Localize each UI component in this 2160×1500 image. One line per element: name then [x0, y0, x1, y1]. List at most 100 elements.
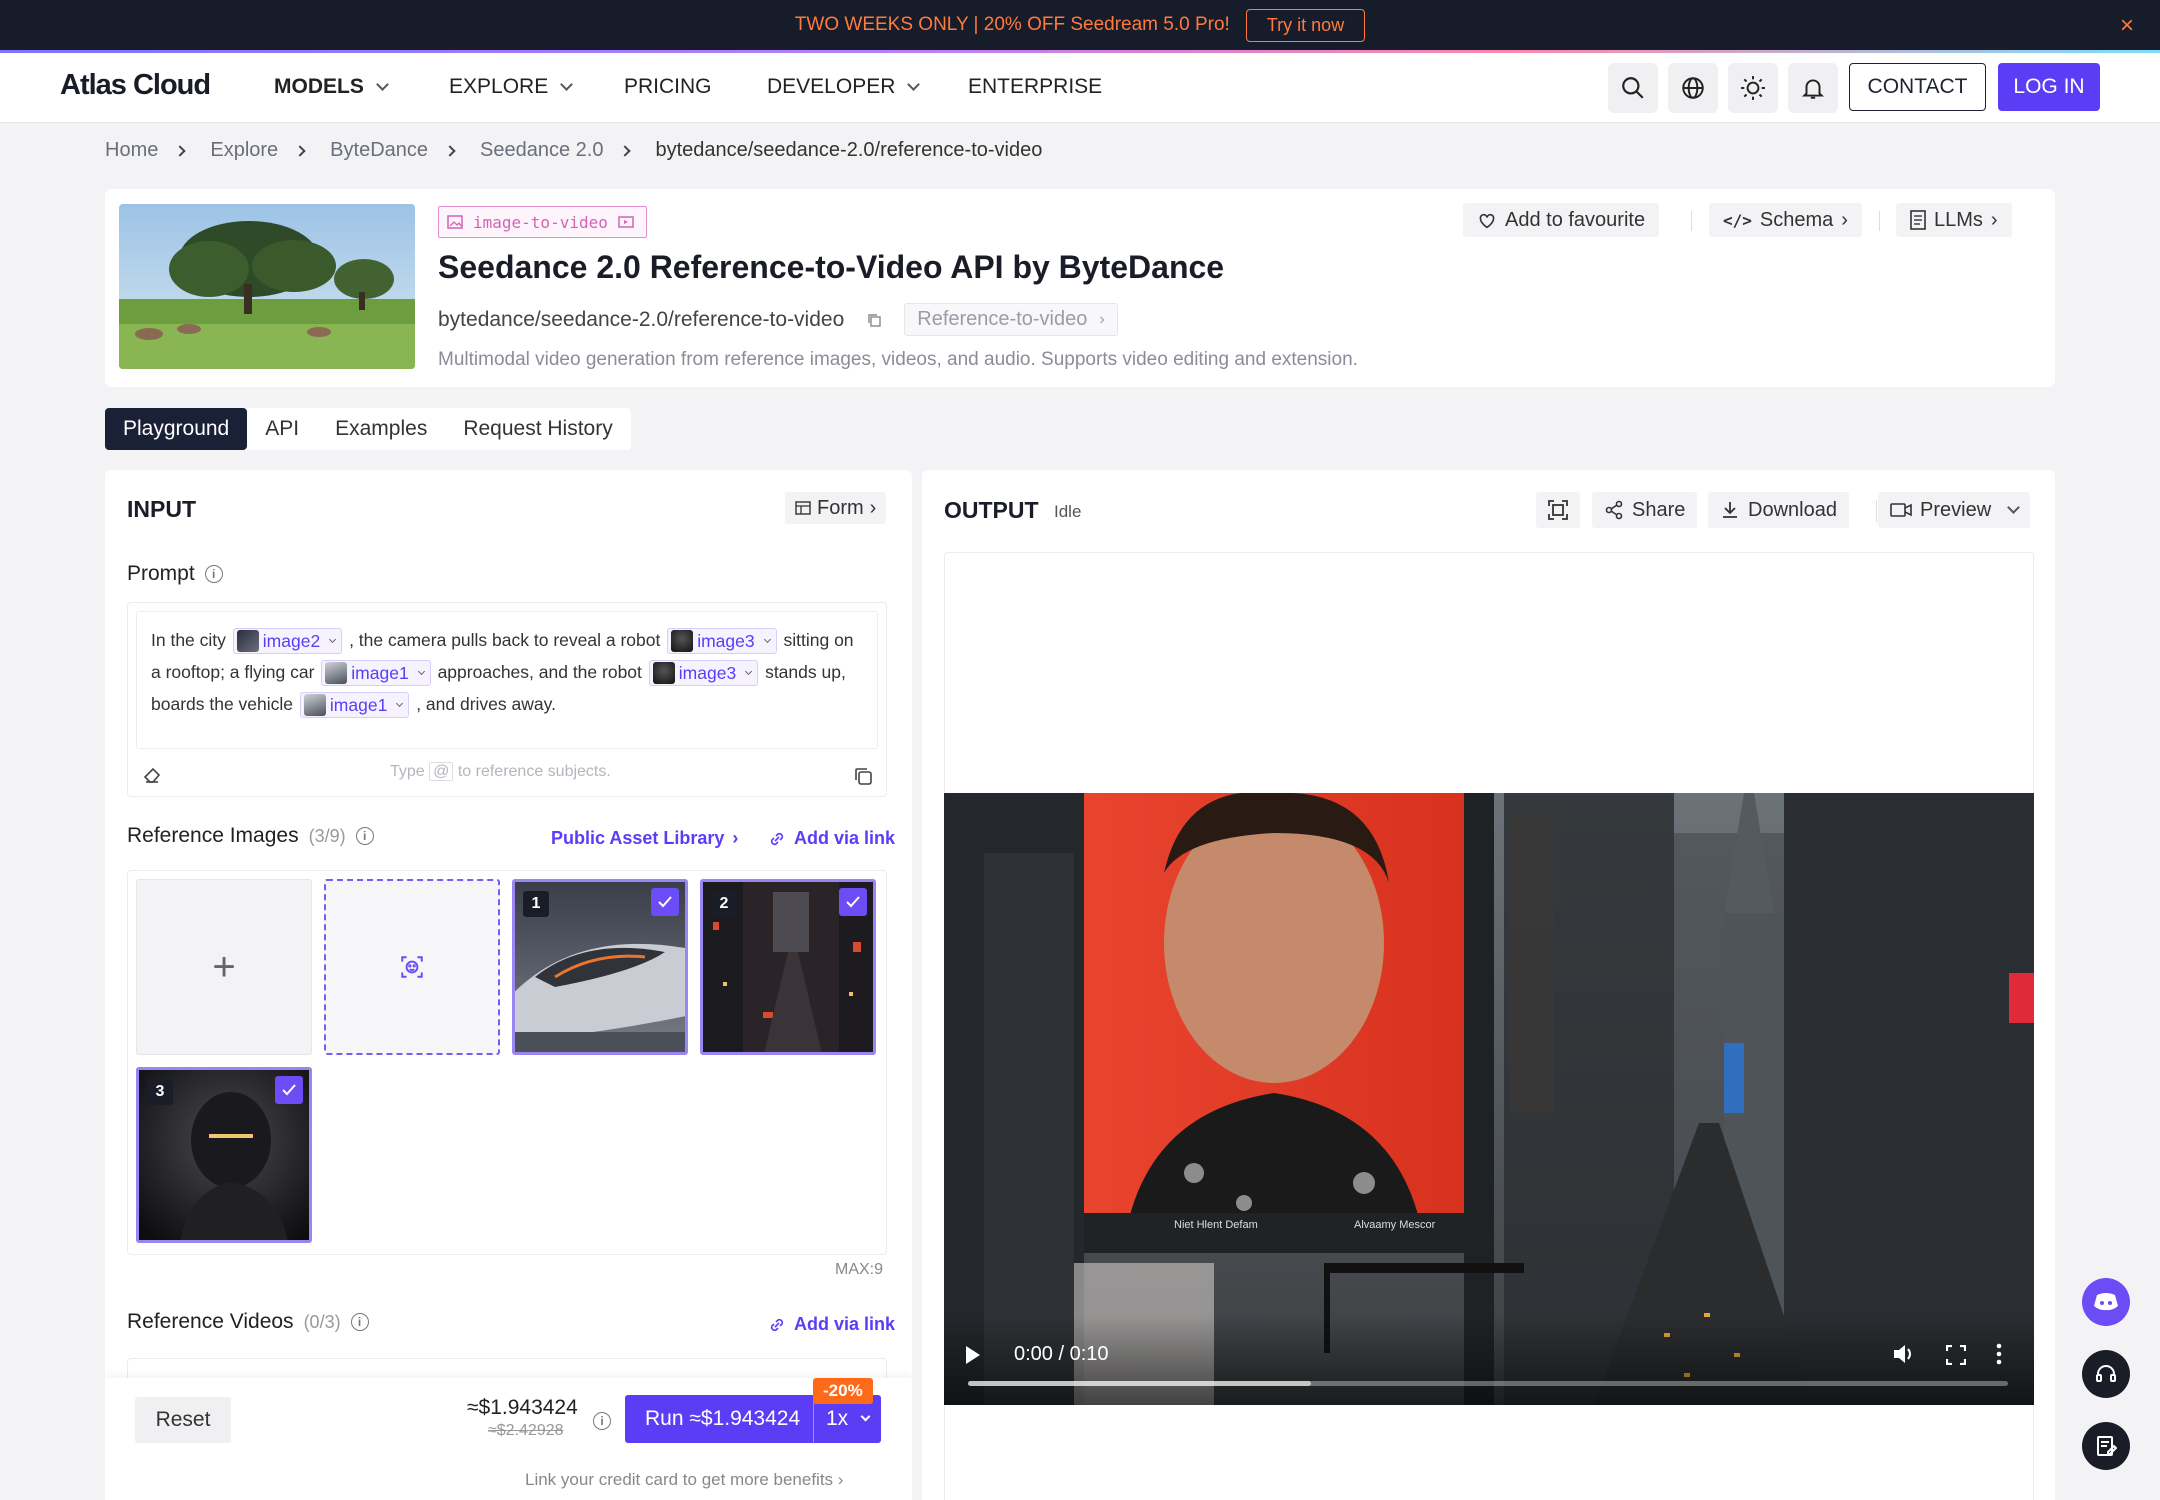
video-controls: 0:00 / 0:10 — [944, 1315, 2034, 1405]
headset-icon — [2096, 1365, 2116, 1382]
promo-banner: TWO WEEKS ONLY | 20% OFF Seedream 5.0 Pr… — [0, 0, 2160, 50]
fullscreen-icon[interactable] — [1946, 1345, 1966, 1365]
contact-button[interactable]: CONTACT — [1849, 63, 1986, 111]
top-nav: Atlas Cloud MODELS EXPLORE PRICING DEVEL… — [0, 53, 2160, 123]
fullscreen-button[interactable] — [1536, 492, 1580, 528]
nav-enterprise[interactable]: ENTERPRISE — [968, 75, 1102, 99]
tab-playground[interactable]: Playground — [105, 408, 248, 450]
share-button[interactable]: Share — [1592, 492, 1698, 528]
link-credit-card[interactable]: Link your credit card to get more benefi… — [525, 1470, 843, 1490]
input-panel: INPUT Form › Prompt i In the city image2 ,… — [105, 470, 912, 1500]
breadcrumb-seedance[interactable]: Seedance 2.0 — [480, 139, 603, 162]
theme-toggle[interactable] — [1728, 63, 1778, 113]
model-tag-label: image-to-video — [473, 212, 608, 232]
breadcrumb-explore[interactable]: Explore — [210, 139, 278, 162]
checkbox-icon[interactable] — [275, 1076, 303, 1104]
image-mention-chip[interactable]: image3 — [667, 628, 777, 655]
prompt-text[interactable]: In the city image2 , the camera pulls ba… — [136, 611, 878, 749]
info-icon[interactable]: i — [350, 1313, 369, 1331]
code-icon: </> — [1723, 210, 1752, 230]
video-icon — [618, 216, 634, 228]
breadcrumb-home[interactable]: Home — [105, 139, 158, 162]
schema-button[interactable]: </> Schema › — [1709, 203, 1862, 237]
breadcrumb-current: bytedance/seedance-2.0/reference-to-vide… — [655, 139, 1043, 161]
nav-explore[interactable]: EXPLORE — [449, 75, 574, 99]
promo-text: TWO WEEKS ONLY | 20% OFF Seedream 5.0 Pr… — [794, 14, 1230, 35]
sun-icon — [1741, 76, 1765, 100]
image-mention-chip[interactable]: image1 — [321, 660, 431, 687]
form-toggle-button[interactable]: Form › — [785, 492, 887, 524]
info-icon[interactable]: i — [204, 565, 223, 583]
reference-image-3[interactable]: 3 — [136, 1067, 312, 1243]
discord-button[interactable] — [2082, 1278, 2130, 1326]
globe-icon — [1682, 77, 1704, 99]
eraser-icon[interactable] — [142, 765, 162, 785]
logo[interactable]: Atlas Cloud — [60, 69, 211, 102]
image-mention-chip[interactable]: image2 — [232, 628, 343, 655]
public-asset-library-link[interactable]: Public Asset Library › — [551, 828, 738, 849]
reference-images-grid: + 1 2 3 — [127, 870, 887, 1255]
share-icon — [1605, 500, 1623, 520]
video-progress-bar[interactable] — [968, 1381, 2008, 1386]
add-via-link-images[interactable]: Add via link — [768, 828, 895, 849]
info-icon[interactable]: i — [593, 1412, 611, 1430]
reset-button[interactable]: Reset — [135, 1397, 231, 1443]
page-title: Seedance 2.0 Reference-to-Video API by B… — [438, 249, 1225, 285]
checkbox-icon[interactable] — [839, 888, 867, 916]
prompt-label: Prompt i — [127, 562, 223, 586]
close-icon[interactable]: × — [2120, 12, 2134, 40]
face-detect-slot[interactable] — [324, 879, 500, 1055]
notifications-button[interactable] — [1788, 63, 1838, 113]
price: ≈$1.943424 — [467, 1396, 578, 1419]
add-favourite-button[interactable]: Add to favourite — [1463, 203, 1660, 237]
preview-dropdown[interactable]: Preview — [1878, 492, 2031, 528]
discount-badge: -20% — [813, 1378, 873, 1404]
nav-pricing[interactable]: PRICING — [624, 75, 712, 99]
volume-icon[interactable] — [1892, 1343, 1916, 1365]
tab-examples[interactable]: Examples — [317, 408, 445, 450]
language-button[interactable] — [1668, 63, 1718, 113]
checkbox-icon[interactable] — [651, 888, 679, 916]
support-button[interactable] — [2082, 1350, 2130, 1398]
link-icon — [770, 832, 784, 845]
promo-try-button[interactable]: Try it now — [1245, 8, 1366, 42]
add-image-slot[interactable]: + — [136, 879, 312, 1055]
image-mention-chip[interactable]: image1 — [299, 692, 410, 719]
search-button[interactable] — [1608, 63, 1658, 113]
discord-icon — [2094, 1293, 2118, 1311]
prompt-editor[interactable]: In the city image2 , the camera pulls ba… — [127, 602, 887, 797]
reference-image-2[interactable]: 2 — [700, 879, 876, 1055]
reference-image-1[interactable]: 1 — [512, 879, 688, 1055]
login-button[interactable]: LOG IN — [1998, 63, 2100, 111]
search-icon — [1622, 77, 1644, 99]
tab-api[interactable]: API — [247, 408, 317, 450]
add-via-link-videos[interactable]: Add via link — [768, 1314, 895, 1335]
more-vertical-icon[interactable] — [1996, 1343, 2002, 1365]
feedback-button[interactable] — [2082, 1422, 2130, 1470]
image-mention-chip[interactable]: image3 — [648, 660, 759, 687]
heart-icon — [1479, 213, 1495, 229]
model-slug: bytedance/seedance-2.0/reference-to-vide… — [438, 307, 845, 331]
model-tag[interactable]: image-to-video — [438, 206, 647, 238]
svg-text:Alvaamy Mescor: Alvaamy Mescor — [1354, 1219, 1436, 1231]
nav-developer[interactable]: DEVELOPER — [767, 75, 921, 99]
table-icon — [795, 501, 811, 515]
bell-icon — [1801, 79, 1825, 99]
play-icon[interactable] — [964, 1345, 982, 1365]
variant-selector[interactable]: Reference-to-video › — [904, 303, 1118, 336]
face-scan-icon — [401, 956, 423, 978]
copy-icon[interactable] — [852, 765, 874, 787]
info-icon[interactable]: i — [355, 827, 374, 845]
tab-request-history[interactable]: Request History — [445, 408, 630, 450]
copy-icon[interactable] — [866, 312, 882, 328]
download-button[interactable]: Download — [1708, 492, 1849, 528]
edit-note-icon — [2097, 1436, 2117, 1456]
document-icon — [1910, 210, 1926, 230]
expand-icon — [1548, 500, 1568, 520]
video-player[interactable]: Niet Hlent Defam Alvaamy Mescor 0:00 / 0… — [944, 793, 2034, 1405]
nav-models[interactable]: MODELS — [274, 75, 389, 99]
model-description: Multimodal video generation from referen… — [438, 349, 1358, 370]
breadcrumb-bytedance[interactable]: ByteDance — [330, 139, 428, 162]
mention-hint: Type @ to reference subjects. — [390, 762, 611, 781]
llms-button[interactable]: LLMs › — [1896, 203, 2012, 237]
